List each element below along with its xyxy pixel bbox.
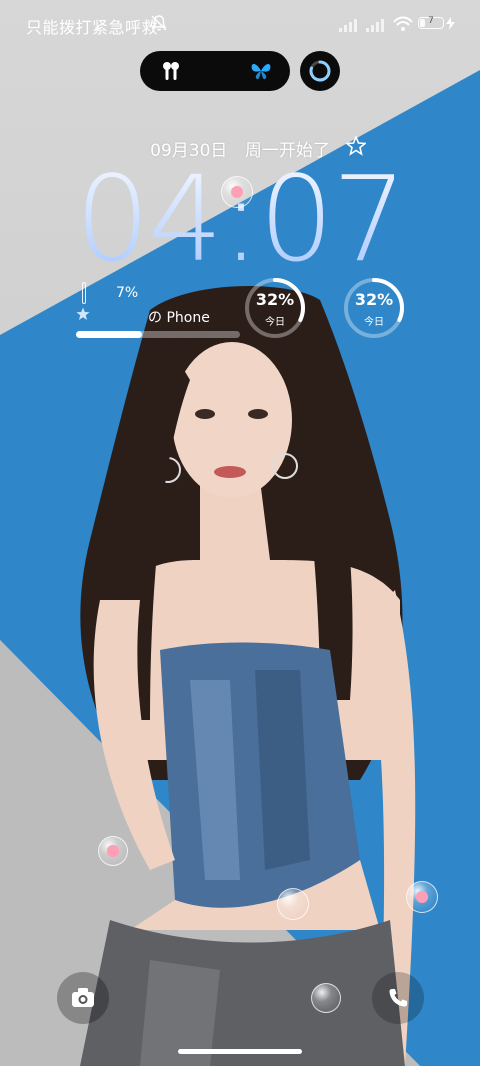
star-icon bbox=[76, 307, 90, 320]
butterfly-icon bbox=[251, 64, 271, 80]
ring-value: 32% bbox=[255, 290, 295, 309]
signal-icon bbox=[339, 19, 357, 32]
device-battery-widget[interactable]: 7% の Phone bbox=[74, 280, 244, 344]
battery-icon: 7 bbox=[418, 16, 444, 29]
bubble-decoration bbox=[221, 176, 253, 208]
bubble-decoration bbox=[98, 836, 128, 866]
camera-icon bbox=[72, 988, 94, 1007]
activity-ring-pill[interactable] bbox=[300, 51, 340, 91]
device-progress-bar bbox=[76, 331, 240, 338]
phone-button[interactable] bbox=[372, 972, 424, 1024]
bubble-decoration bbox=[277, 888, 309, 920]
ring-label: 今日 bbox=[265, 317, 285, 328]
phone-icon bbox=[389, 989, 407, 1007]
charge-icon bbox=[446, 17, 455, 30]
battery-level: 7 bbox=[428, 16, 434, 26]
wifi-icon bbox=[393, 16, 413, 31]
camera-button[interactable] bbox=[57, 972, 109, 1024]
steps-ring-1[interactable]: 32% 今日 bbox=[243, 276, 307, 340]
dynamic-island[interactable] bbox=[140, 51, 290, 91]
signal-icon bbox=[366, 19, 384, 32]
device-progress-fill bbox=[76, 331, 142, 338]
bell-off-icon bbox=[151, 15, 167, 31]
bubble-decoration bbox=[311, 983, 341, 1013]
ring-label: 今日 bbox=[364, 317, 384, 328]
ring-value: 32% bbox=[354, 290, 394, 309]
earbuds-icon bbox=[163, 62, 179, 80]
device-battery-percent: 7% bbox=[116, 285, 139, 301]
device-name: の Phone bbox=[148, 310, 210, 326]
home-indicator[interactable] bbox=[178, 1049, 302, 1054]
status-bar: 只能拨打紧急呼救 7 bbox=[0, 0, 480, 48]
steps-ring-2[interactable]: 32% 今日 bbox=[342, 276, 406, 340]
loading-ring-icon bbox=[309, 60, 331, 82]
bubble-decoration bbox=[406, 881, 438, 913]
mini-battery-icon bbox=[82, 282, 86, 304]
carrier-text: 只能拨打紧急呼救 bbox=[26, 18, 159, 37]
